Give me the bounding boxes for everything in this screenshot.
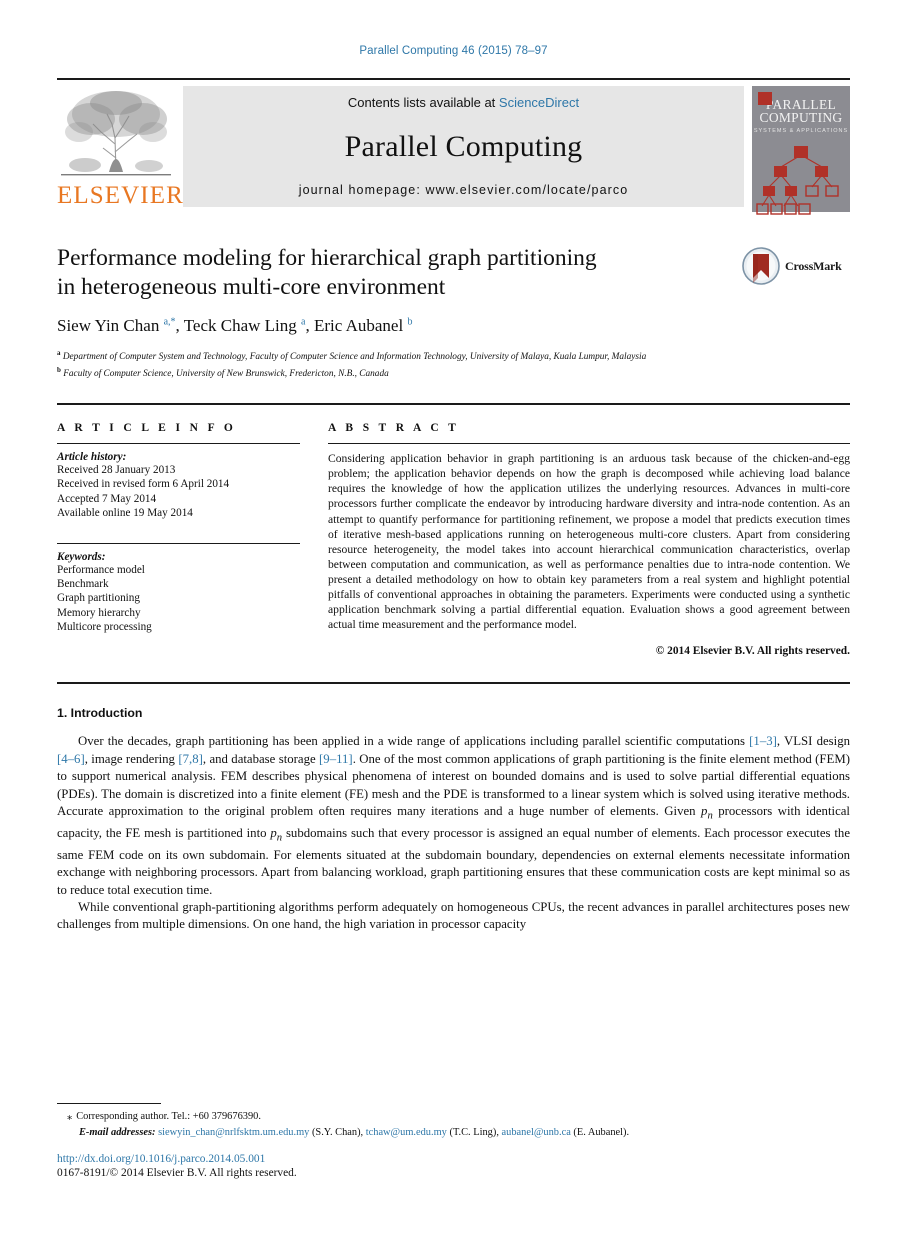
- article-info-rule: [57, 443, 300, 445]
- intro-paragraph-2: While conventional graph-partitioning al…: [57, 900, 850, 932]
- abstract-column: A B S T R A C T Considering application …: [328, 422, 850, 657]
- article-info-column: A R T I C L E I N F O Article history: R…: [57, 422, 300, 657]
- keyword-item: Performance model: [57, 564, 145, 576]
- journal-title: Parallel Computing: [344, 129, 583, 163]
- crossmark-label: CrossMark: [785, 258, 842, 273]
- crossmark-icon: [742, 247, 780, 285]
- elsevier-wordmark: ELSEVIER: [57, 182, 184, 209]
- keyword-item: Graph partitioning: [57, 592, 140, 605]
- journal-banner: Contents lists available at ScienceDirec…: [183, 86, 744, 207]
- journal-cover-thumbnail: PARALLEL COMPUTING SYSTEMS & APPLICATION…: [752, 86, 850, 215]
- body-top-rule: [57, 682, 850, 685]
- journal-homepage-link[interactable]: journal homepage: www.elsevier.com/locat…: [299, 183, 629, 197]
- issn-copyright: 0167-8191/© 2014 Elsevier B.V. All right…: [57, 1167, 297, 1179]
- footnote-rule: [57, 1103, 161, 1104]
- elsevier-tree-icon: [61, 91, 171, 176]
- email-addresses[interactable]: siewyin_chan@nrlfsktm.um.edu.my (S.Y. Ch…: [158, 1127, 629, 1138]
- journal-masthead: ELSEVIER Contents lists available at Sci…: [57, 78, 850, 215]
- author-list: Siew Yin Chan a,*, Teck Chaw Ling a, Eri…: [57, 316, 413, 335]
- corresponding-author-note: ⁎ Corresponding author. Tel.: +60 3796763…: [57, 1110, 850, 1124]
- keywords-heading: Keywords:: [57, 551, 106, 563]
- affiliation-a-text: Department of Computer System and Techno…: [62, 352, 647, 363]
- footnote-block: ⁎ Corresponding author. Tel.: +60 3796763…: [57, 1103, 850, 1140]
- section-heading-introduction: 1. Introduction: [57, 706, 143, 721]
- keyword-list: Performance model Benchmark Graph partit…: [57, 563, 300, 634]
- history-item: Received 28 January 2013: [57, 464, 176, 477]
- paper-page: Parallel Computing 46 (2015) 78–97 ELSEV…: [0, 0, 907, 1238]
- abstract-text: Considering application behavior in grap…: [328, 452, 850, 632]
- title-block: Performance modeling for hierarchical gr…: [57, 244, 850, 380]
- running-head: Parallel Computing 46 (2015) 78–97: [359, 45, 548, 57]
- introduction-body: Over the decades, graph partitioning has…: [57, 733, 850, 934]
- article-info-label: A R T I C L E I N F O: [57, 422, 237, 435]
- keyword-item: Memory hierarchy: [57, 606, 141, 619]
- cover-badge-icon: [758, 92, 772, 105]
- article-history-heading: Article history:: [57, 451, 127, 464]
- page-title: Performance modeling for hierarchical gr…: [57, 244, 697, 302]
- affiliation-list: a Department of Computer System and Tech…: [57, 347, 850, 380]
- doi-link[interactable]: http://dx.doi.org/10.1016/j.parco.2014.0…: [57, 1152, 297, 1166]
- crossmark-badge[interactable]: CrossMark: [742, 246, 850, 286]
- keyword-item: Benchmark: [57, 578, 109, 591]
- intro-paragraph-1: Over the decades, graph partitioning has…: [57, 734, 850, 897]
- abstract-label: A B S T R A C T: [328, 422, 460, 435]
- abstract-rule: [328, 443, 850, 445]
- cover-title-line2: COMPUTING: [759, 110, 843, 125]
- affiliation-a: a Department of Computer System and Tech…: [57, 349, 647, 363]
- keywords-rule: [57, 543, 300, 544]
- affiliation-b-text: Faculty of Computer Science, University …: [63, 368, 389, 379]
- contents-prefix: Contents lists available at: [347, 95, 499, 110]
- info-abstract-section: A R T I C L E I N F O Article history: R…: [57, 403, 850, 657]
- article-title-line2: in heterogeneous multi-core environment: [57, 274, 446, 300]
- elsevier-logo: ELSEVIER: [57, 86, 184, 209]
- contents-available-line: Contents lists available at ScienceDirec…: [348, 95, 579, 110]
- history-item: Received in revised form 6 April 2014: [57, 478, 230, 491]
- history-item: Available online 19 May 2014: [57, 506, 193, 519]
- history-item: Accepted 7 May 2014: [57, 492, 157, 505]
- cover-subtitle: SYSTEMS & APPLICATIONS: [753, 128, 849, 134]
- email-label: E-mail addresses:: [79, 1127, 156, 1138]
- affiliation-b: b Faculty of Computer Science, Universit…: [57, 365, 389, 379]
- corresponding-author-marker: ⁎: [67, 1111, 73, 1122]
- keyword-item: Multicore processing: [57, 620, 152, 633]
- article-title-line1: Performance modeling for hierarchical gr…: [57, 245, 597, 271]
- sciencedirect-link[interactable]: ScienceDirect: [499, 95, 579, 110]
- abstract-copyright: © 2014 Elsevier B.V. All rights reserved…: [655, 645, 850, 658]
- article-history-list: Received 28 January 2013 Received in rev…: [57, 463, 300, 520]
- corresponding-author-text: Corresponding author. Tel.: +60 37967639…: [76, 1111, 261, 1122]
- email-addresses-note: E-mail addresses: siewyin_chan@nrlfsktm.…: [57, 1126, 850, 1140]
- cover-tree-diagram-icon: [756, 146, 839, 215]
- doi-block: http://dx.doi.org/10.1016/j.parco.2014.0…: [57, 1152, 297, 1180]
